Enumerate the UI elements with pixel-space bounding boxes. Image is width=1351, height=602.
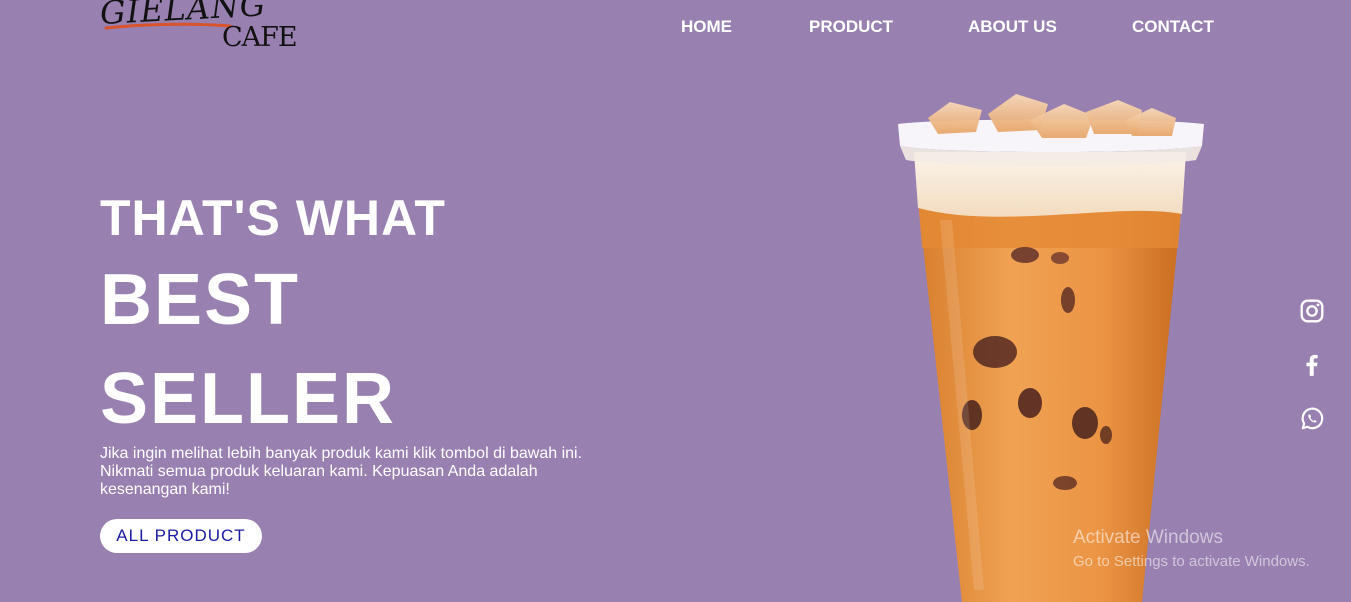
social-links: [1299, 298, 1325, 460]
nav-contact[interactable]: CONTACT: [1132, 17, 1214, 37]
all-product-button[interactable]: ALL PRODUCT: [100, 519, 262, 553]
nav-product[interactable]: PRODUCT: [809, 17, 893, 37]
watermark-title: Activate Windows: [1073, 527, 1223, 548]
hero-description: Jika ingin melihat lebih banyak produk k…: [100, 445, 583, 498]
hero-heading-line1: THAT'S WHAT: [100, 190, 446, 246]
watermark-subtitle: Go to Settings to activate Windows.: [1073, 553, 1310, 570]
iced-thai-tea-image: [898, 94, 1204, 602]
nav-home[interactable]: HOME: [681, 17, 732, 37]
instagram-icon[interactable]: [1299, 298, 1325, 324]
nav-about-us[interactable]: ABOUT US: [968, 17, 1057, 37]
hero-heading-line3: SELLER: [100, 359, 397, 439]
windows-activation-watermark: Activate Windows Go to Settings to activ…: [1073, 527, 1310, 570]
main-nav: HOME PRODUCT ABOUT US CONTACT: [0, 17, 1351, 37]
whatsapp-icon[interactable]: [1299, 406, 1325, 432]
facebook-icon[interactable]: [1299, 352, 1325, 378]
hero-heading-line2: BEST: [100, 260, 301, 340]
